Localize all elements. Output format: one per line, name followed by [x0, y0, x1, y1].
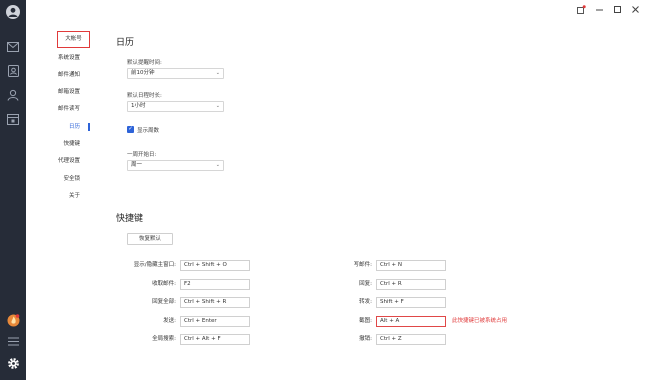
shortcut-input[interactable]: Ctrl + N: [376, 260, 446, 271]
reminder-value: 前10分钟: [131, 70, 155, 76]
nav-item-proxy[interactable]: 代理设置: [26, 156, 92, 166]
reminder-select[interactable]: 前10分钟 ⌄: [127, 68, 224, 79]
shortcuts-section-title: 快捷键: [116, 214, 144, 224]
nav-item-mail-read-write[interactable]: 邮件读写: [26, 104, 92, 114]
shortcut-input[interactable]: Ctrl + Enter: [180, 316, 250, 327]
reminder-label: 默认提醒时间:: [127, 60, 162, 66]
mail-icon[interactable]: [6, 40, 20, 54]
shortcut-input[interactable]: Ctrl + Shift + O: [180, 260, 250, 271]
chevron-down-icon: ⌄: [215, 70, 220, 76]
show-weeks-checkbox[interactable]: ✓: [127, 126, 134, 133]
maximize-icon[interactable]: [613, 5, 622, 14]
app-rail: [0, 0, 26, 380]
shortcut-label: 显示/隐藏主窗口:: [133, 262, 176, 268]
shortcut-label: 撤销:: [359, 336, 372, 342]
shortcut-label: 全局搜索:: [152, 336, 176, 342]
nav-item-calendar[interactable]: 日历: [26, 122, 92, 132]
shortcut-input[interactable]: Ctrl + Shift + R: [180, 297, 250, 308]
settings-gear-icon[interactable]: [6, 356, 20, 370]
pin-icon[interactable]: [577, 5, 586, 14]
shortcut-input[interactable]: Ctrl + Alt + F: [180, 334, 250, 345]
shortcut-input[interactable]: Ctrl + Z: [376, 334, 446, 345]
shortcut-label: 回复全部:: [152, 299, 176, 305]
person-icon[interactable]: [6, 88, 20, 102]
shortcut-label: 发送:: [163, 318, 176, 324]
close-icon[interactable]: [631, 5, 640, 14]
nav-item-security-lock[interactable]: 安全锁: [26, 174, 92, 184]
nav-item-shortcuts[interactable]: 快捷键: [26, 139, 92, 149]
chevron-down-icon: ⌄: [215, 103, 220, 109]
calendar-icon[interactable]: [6, 112, 20, 126]
chevron-down-icon: ⌄: [215, 162, 220, 168]
minimize-icon[interactable]: [595, 5, 604, 14]
nav-item-mail-notify[interactable]: 邮件通知: [26, 70, 92, 80]
contacts-card-icon[interactable]: [6, 64, 20, 78]
calendar-section-title: 日历: [116, 38, 135, 48]
duration-value: 1小时: [131, 103, 146, 109]
week-start-value: 周一: [131, 162, 143, 168]
avatar-icon[interactable]: [6, 5, 20, 19]
week-start-label: 一周开始日:: [127, 152, 157, 158]
nav-item-about[interactable]: 关于: [26, 191, 92, 201]
restore-defaults-button[interactable]: 恢复默认: [127, 233, 173, 245]
shortcut-input[interactable]: Shift + F: [376, 297, 446, 308]
shortcut-label: 写邮件:: [353, 262, 372, 268]
shortcut-input[interactable]: F2: [180, 279, 250, 290]
duration-label: 默认日程时长:: [127, 93, 162, 99]
shortcut-label: 回复:: [359, 281, 372, 287]
shortcut-label: 收取邮件:: [152, 281, 176, 287]
screenshot-shortcut-input[interactable]: Alt + A: [376, 316, 446, 327]
fire-badge-icon[interactable]: [6, 313, 20, 327]
duration-select[interactable]: 1小时 ⌄: [127, 101, 224, 112]
shortcut-label: 截图:: [359, 318, 372, 324]
show-weeks-label: 显示周数: [137, 128, 160, 134]
window-controls: [577, 5, 640, 14]
week-start-select[interactable]: 周一 ⌄: [127, 160, 224, 171]
nav-item-system-settings[interactable]: 系统设置: [26, 53, 92, 63]
shortcut-conflict-message: 此快捷键已被系统占用: [452, 318, 508, 324]
nav-item-main-account[interactable]: 大帐号: [57, 31, 90, 48]
shortcut-input[interactable]: Ctrl + R: [376, 279, 446, 290]
menu-icon[interactable]: [6, 334, 20, 348]
shortcut-label: 转发:: [359, 299, 372, 305]
nav-item-mailbox-settings[interactable]: 邮箱设置: [26, 87, 92, 97]
